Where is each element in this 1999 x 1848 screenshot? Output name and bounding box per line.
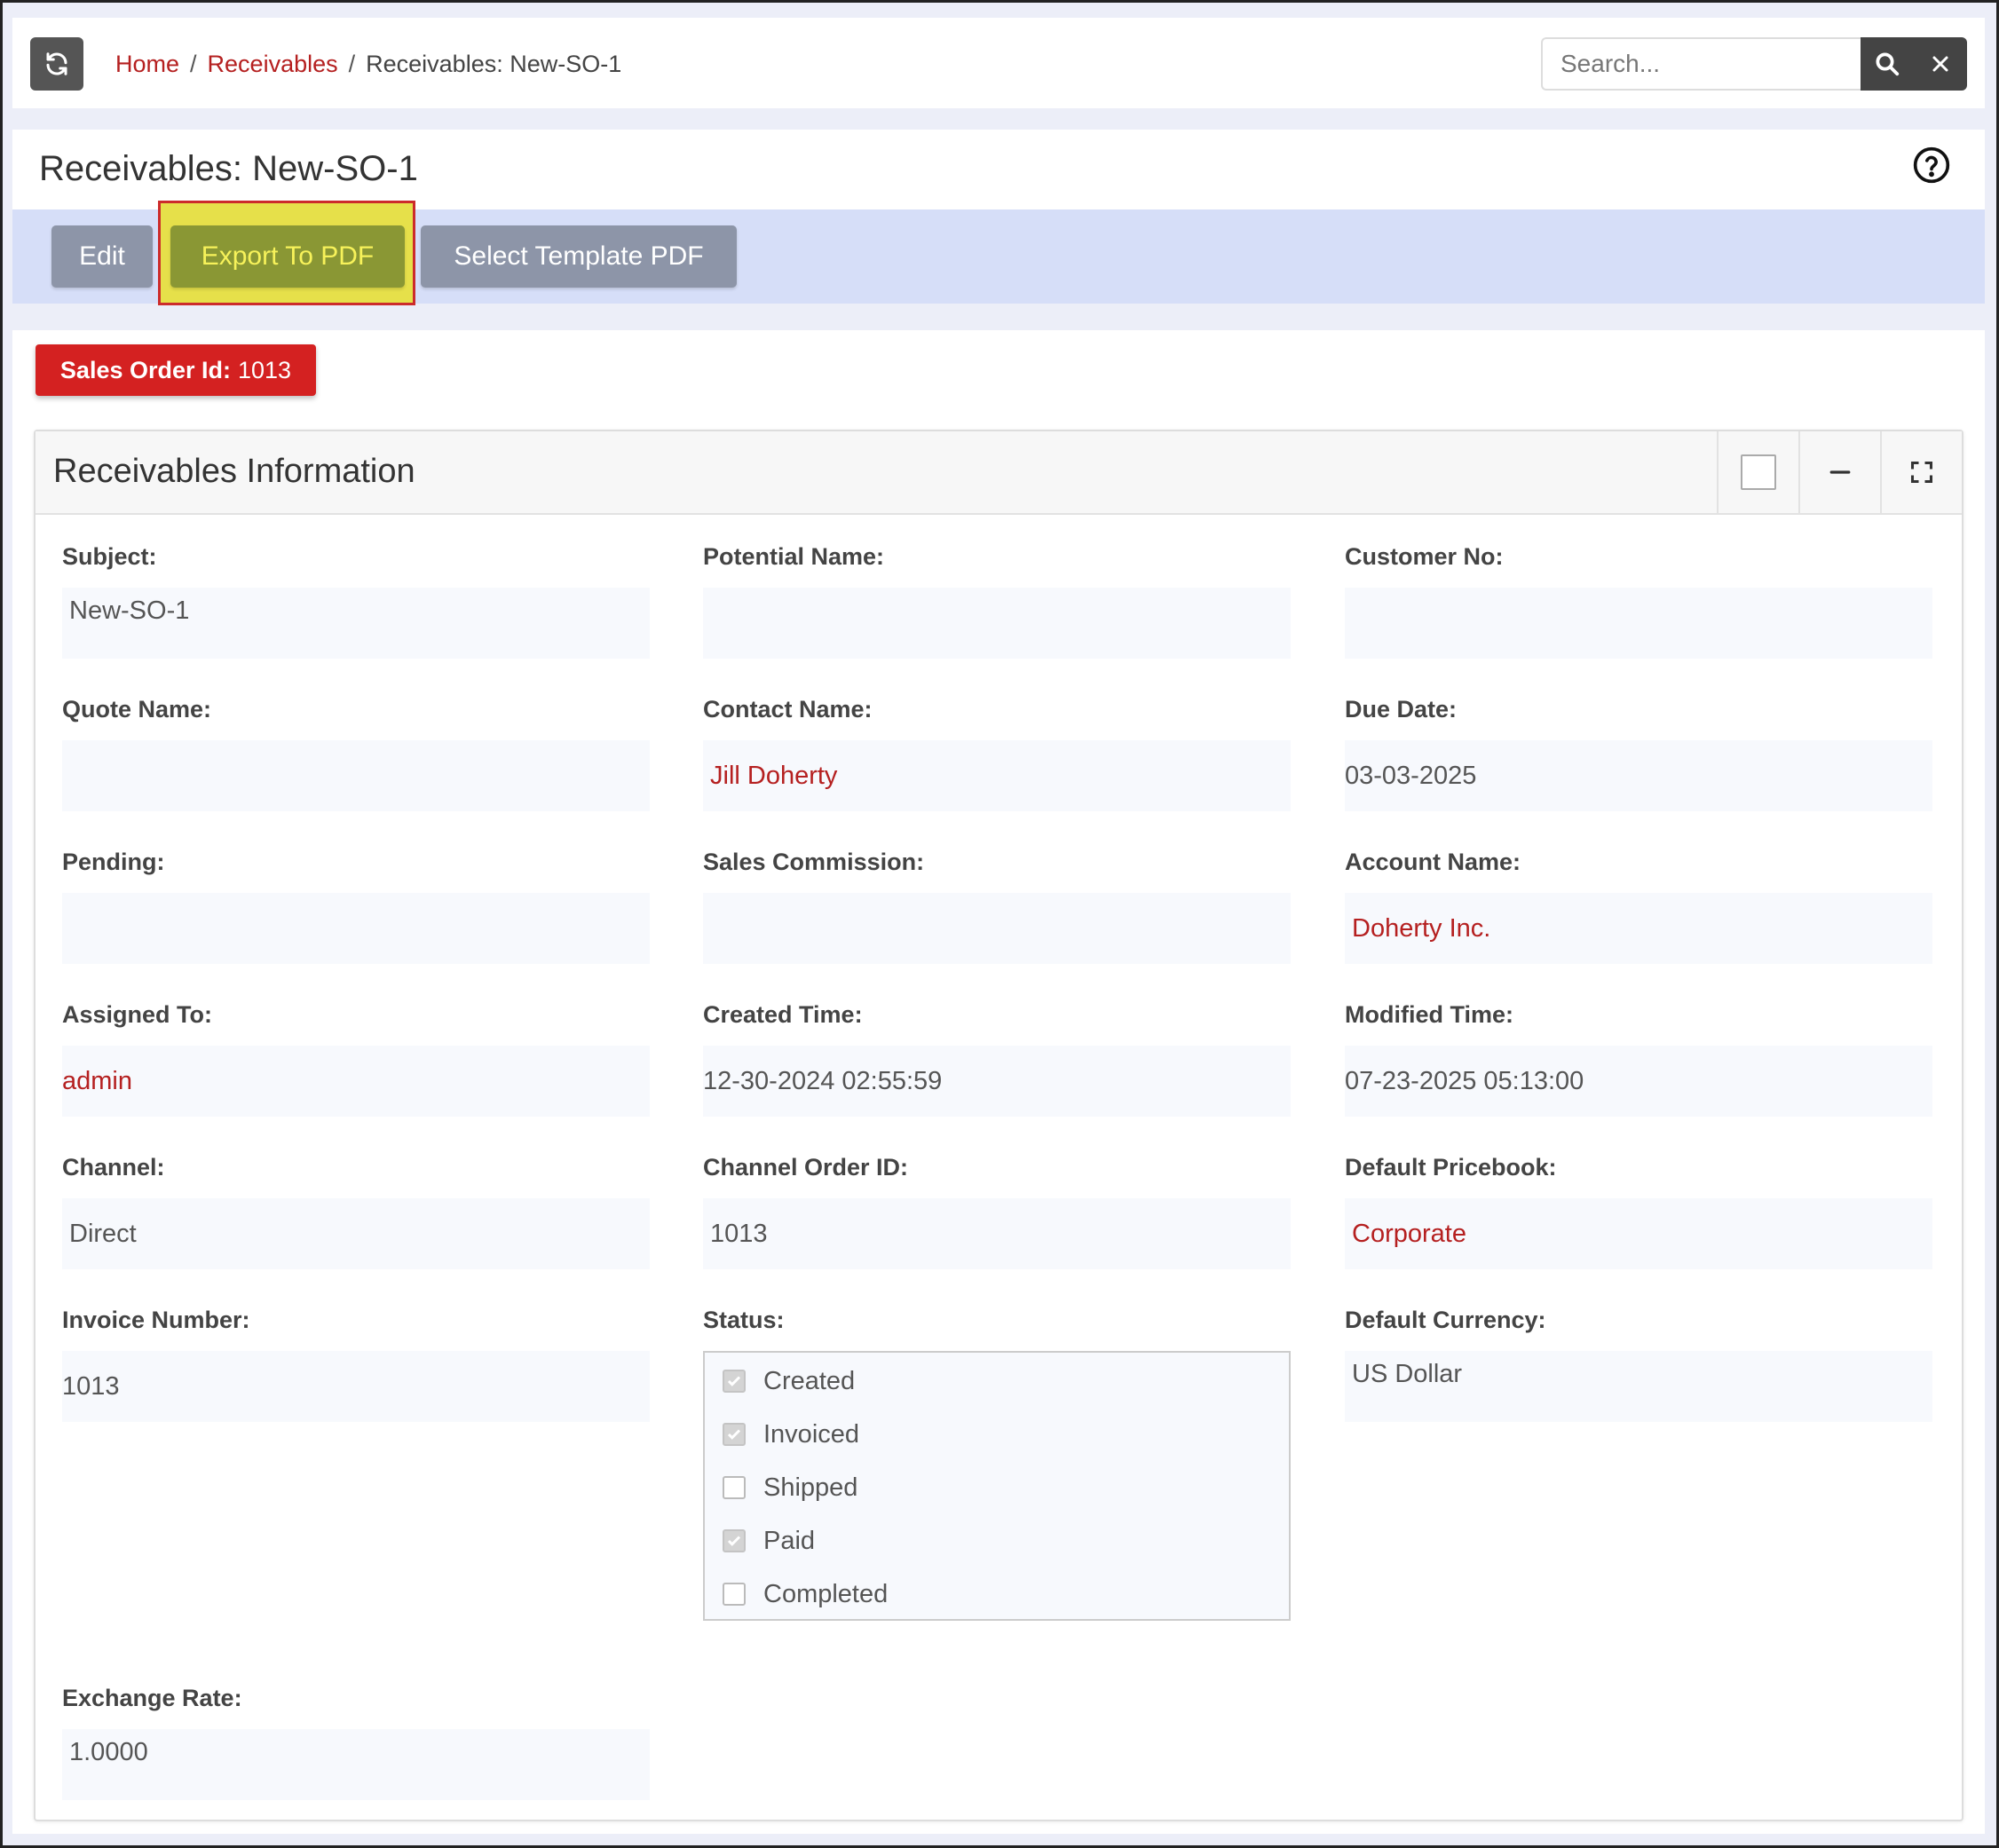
status-option-label: Paid [763, 1526, 816, 1555]
customer-no-value [1345, 588, 1932, 659]
contact-name-label: Contact Name: [703, 696, 873, 723]
panel-minimize-button[interactable] [1798, 431, 1880, 513]
close-icon [1932, 56, 1948, 72]
panel-header: Receivables Information [36, 431, 1962, 515]
account-name-link[interactable]: Doherty Inc. [1345, 893, 1932, 964]
action-bar: Edit Export To PDF Select Template PDF [12, 201, 1985, 305]
channel-value: Direct [62, 1198, 650, 1269]
checkbox[interactable] [723, 1583, 746, 1606]
clear-search-button[interactable] [1914, 37, 1967, 91]
default-pricebook-label: Default Pricebook: [1345, 1154, 1557, 1181]
breadcrumb-receivables-link[interactable]: Receivables [208, 51, 338, 78]
due-date-value: 03-03-2025 [1345, 740, 1932, 811]
status-option-created[interactable]: Created [723, 1363, 855, 1399]
edit-button[interactable]: Edit [51, 225, 153, 288]
receivables-information-panel: Receivables Information Subject: New-SO-… [34, 430, 1963, 1821]
channel-order-id-label: Channel Order ID: [703, 1154, 909, 1181]
search-input[interactable] [1541, 37, 1861, 91]
checkbox[interactable] [723, 1370, 746, 1393]
page-title: Receivables: New-SO-1 [39, 149, 418, 188]
minus-icon [1829, 470, 1851, 474]
breadcrumb: Home / Receivables / Receivables: New-SO… [115, 46, 621, 82]
expand-icon [1910, 461, 1933, 484]
status-option-label: Shipped [763, 1473, 858, 1502]
customer-no-label: Customer No: [1345, 543, 1504, 570]
panel-fullscreen-button[interactable] [1880, 431, 1962, 513]
channel-label: Channel: [62, 1154, 165, 1181]
content-area: Sales Order Id: 1013 Receivables Informa… [12, 330, 1985, 1834]
export-to-pdf-button[interactable]: Export To PDF [170, 225, 405, 288]
invoice-number-label: Invoice Number: [62, 1307, 250, 1333]
created-time-value: 12-30-2024 02:55:59 [703, 1046, 1291, 1117]
default-pricebook-link[interactable]: Corporate [1345, 1198, 1932, 1269]
status-option-completed[interactable]: Completed [723, 1576, 888, 1612]
panel-select-checkbox[interactable] [1717, 431, 1798, 513]
pending-label: Pending: [62, 849, 165, 875]
check-icon [727, 1429, 741, 1440]
status-option-label: Completed [763, 1579, 889, 1608]
top-bar: Home / Receivables / Receivables: New-SO… [12, 18, 1985, 108]
account-name-label: Account Name: [1345, 849, 1521, 875]
quote-name-label: Quote Name: [62, 696, 212, 723]
question-circle-icon[interactable] [1912, 146, 1951, 185]
due-date-label: Due Date: [1345, 696, 1458, 723]
contact-name-link[interactable]: Jill Doherty [703, 740, 1291, 811]
potential-name-label: Potential Name: [703, 543, 885, 570]
sales-commission-value [703, 893, 1291, 964]
breadcrumb-home-link[interactable]: Home [115, 51, 179, 78]
search-button[interactable] [1861, 37, 1914, 91]
pending-value [62, 893, 650, 964]
status-option-paid[interactable]: Paid [723, 1523, 815, 1559]
badge-value: 1013 [238, 356, 292, 383]
page-header: Receivables: New-SO-1 [12, 130, 1985, 209]
check-icon [727, 1536, 741, 1546]
modified-time-label: Modified Time: [1345, 1001, 1514, 1028]
select-template-pdf-button[interactable]: Select Template PDF [421, 225, 737, 288]
checkbox[interactable] [723, 1476, 746, 1499]
created-time-label: Created Time: [703, 1001, 863, 1028]
invoice-number-value: 1013 [62, 1351, 650, 1422]
panel-title: Receivables Information [53, 453, 415, 490]
channel-order-id-value: 1013 [703, 1198, 1291, 1269]
exchange-rate-label: Exchange Rate: [62, 1685, 242, 1711]
status-option-label: Created [763, 1366, 856, 1395]
check-icon [727, 1376, 741, 1386]
subject-value: New-SO-1 [62, 588, 650, 659]
badge-label: Sales Order Id: [59, 356, 231, 383]
modified-time-value: 07-23-2025 05:13:00 [1345, 1046, 1932, 1117]
potential-name-value [703, 588, 1291, 659]
checkbox-square [1741, 454, 1776, 490]
breadcrumb-separator: / [348, 50, 356, 77]
checkbox[interactable] [723, 1529, 746, 1552]
sales-commission-label: Sales Commission: [703, 849, 925, 875]
breadcrumb-separator: / [190, 50, 197, 77]
status-option-label: Invoiced [763, 1419, 860, 1449]
assigned-to-link[interactable]: admin [62, 1046, 650, 1117]
search-icon [1876, 52, 1900, 76]
quote-name-value [62, 740, 650, 811]
assigned-to-label: Assigned To: [62, 1001, 213, 1028]
refresh-button[interactable] [30, 37, 83, 91]
breadcrumb-current: Receivables: New-SO-1 [366, 50, 622, 77]
default-currency-label: Default Currency: [1345, 1307, 1546, 1333]
status-label: Status: [703, 1307, 785, 1333]
status-checkbox-group: Created Invoiced Shipped Paid Completed [703, 1351, 1291, 1621]
checkbox[interactable] [723, 1423, 746, 1446]
status-option-invoiced[interactable]: Invoiced [723, 1417, 859, 1452]
subject-label: Subject: [62, 543, 157, 570]
sales-order-id-badge: Sales Order Id: 1013 [36, 344, 316, 396]
exchange-rate-value: 1.0000 [62, 1729, 650, 1800]
default-currency-value: US Dollar [1345, 1351, 1932, 1422]
refresh-icon [46, 52, 67, 75]
status-option-shipped[interactable]: Shipped [723, 1470, 857, 1505]
